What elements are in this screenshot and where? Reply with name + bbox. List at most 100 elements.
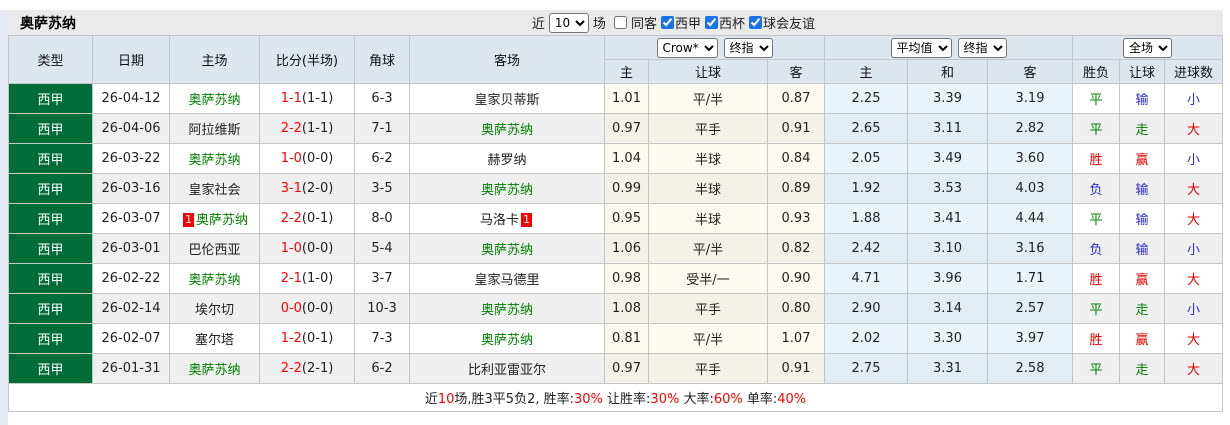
matches-table: 类型 日期 主场 比分(半场) 角球 客场 Crow* 终指 平均值 终指 全场… (7, 35, 1224, 412)
summary-segment: 大率: (679, 392, 714, 407)
handicap-away-odds-cell: 0.80 (767, 293, 825, 324)
goals-result-cell: 小 (1163, 143, 1224, 174)
result-cell: 胜 (1072, 143, 1120, 174)
handicap-result-value: 输 (1135, 93, 1149, 108)
summary-segment: 10 (437, 392, 455, 407)
goals-result-cell: 小 (1163, 83, 1224, 114)
fulltime-score: 2-2 (280, 361, 302, 376)
scope-select[interactable]: 全场 (1123, 37, 1173, 58)
title-bar: 奥萨苏纳 近 10 场 同客 西甲 西杯 球会友谊 (8, 10, 1223, 35)
match-count-select[interactable]: 10 (548, 12, 589, 33)
goals-value: 大 (1187, 213, 1201, 228)
away-team-name: 皇家马德里 (474, 273, 540, 288)
score-cell: 1-0(0-0) (259, 143, 355, 174)
away-team-cell: 奥萨苏纳 (409, 173, 605, 204)
filter-label-1[interactable]: 西甲 (657, 13, 701, 32)
score-cell: 2-2(1-1) (259, 113, 355, 144)
filter-checkbox-3[interactable] (748, 15, 762, 29)
odds-draw-cell: 3.96 (907, 263, 988, 294)
handicap-result-value: 走 (1135, 303, 1149, 318)
home-team-cell: 奥萨苏纳 (169, 353, 260, 384)
filter-label-2[interactable]: 西杯 (701, 13, 745, 32)
odds-home-cell: 4.71 (824, 263, 908, 294)
corner-cell: 5-4 (354, 233, 410, 264)
page: 奥萨苏纳 近 10 场 同客 西甲 西杯 球会友谊 类型 日期 主场 比分(半场… (0, 0, 1230, 425)
handicap-result-cell: 输 (1119, 173, 1165, 204)
odds-home-cell: 1.92 (824, 173, 908, 204)
odds-draw-cell: 3.14 (907, 293, 988, 324)
col-header-handicap-home: 主 (604, 59, 649, 84)
handicap-away-odds-cell: 0.93 (767, 203, 825, 234)
home-team-cell: 皇家社会 (169, 173, 260, 204)
recent-label: 近 (531, 17, 545, 32)
result-value: 平 (1089, 123, 1103, 138)
filter-label-3[interactable]: 球会友谊 (745, 13, 815, 32)
header-group-row: 类型 日期 主场 比分(半场) 角球 客场 Crow* 终指 平均值 终指 全场 (8, 35, 1224, 84)
odds-home-cell: 2.42 (824, 233, 908, 264)
halftime-score: (0-0) (301, 301, 334, 316)
corner-cell: 6-2 (354, 143, 410, 174)
fulltime-score: 1-1 (280, 91, 302, 106)
col-header-result: 胜负 (1072, 59, 1120, 84)
odds-away-cell: 3.19 (987, 83, 1073, 114)
odds-draw-cell: 3.11 (907, 113, 988, 144)
table-row: 西甲 26-01-31 奥萨苏纳 2-2(2-1) 6-2 比利亚雷亚尔 0.9… (8, 353, 1224, 384)
halftime-score: (2-0) (301, 181, 334, 196)
halftime-score: (0-0) (301, 241, 334, 256)
odds-home-cell: 2.02 (824, 323, 908, 354)
page-title: 奥萨苏纳 (20, 15, 76, 32)
halftime-score: (1-1) (301, 91, 334, 106)
corner-cell: 8-0 (354, 203, 410, 234)
halftime-score: (0-1) (301, 211, 334, 226)
handicap-away-odds-cell: 0.90 (767, 263, 825, 294)
table-row: 西甲 26-04-12 奥萨苏纳 1-1(1-1) 6-3 皇家贝蒂斯 1.01… (8, 83, 1224, 114)
handicap-result-cell: 走 (1119, 113, 1165, 144)
odds-home-cell: 2.75 (824, 353, 908, 384)
away-team-cell: 奥萨苏纳 (409, 293, 605, 324)
handicap-result-cell: 赢 (1119, 323, 1165, 354)
odds-draw-cell: 3.41 (907, 203, 988, 234)
summary-segment: 30% (650, 392, 680, 407)
odds-source-select[interactable]: 平均值 (890, 37, 952, 58)
handicap-result-cell: 走 (1119, 353, 1165, 384)
filter-checkbox-1[interactable] (660, 15, 674, 29)
summary-segment: 60% (713, 392, 743, 407)
away-team-name: 马洛卡 (479, 213, 519, 228)
europe-time-select[interactable]: 终指 (957, 37, 1007, 58)
odds-away-cell: 1.71 (987, 263, 1073, 294)
handicap-home-odds-cell: 1.06 (604, 233, 649, 264)
result-cell: 平 (1072, 113, 1120, 144)
odds-away-cell: 2.57 (987, 293, 1073, 324)
halftime-score: (1-0) (301, 271, 334, 286)
home-team-name: 奥萨苏纳 (188, 363, 241, 378)
goals-value: 小 (1187, 303, 1201, 318)
away-team-name: 奥萨苏纳 (480, 123, 533, 138)
date-cell: 26-03-07 (92, 203, 170, 234)
league-cell: 西甲 (8, 293, 93, 324)
handicap-time-select[interactable]: 终指 (723, 37, 773, 58)
odds-away-cell: 3.16 (987, 233, 1073, 264)
handicap-group-header: Crow* 终指 (604, 35, 825, 60)
result-value: 平 (1089, 213, 1103, 228)
bookmaker-select[interactable]: Crow* (656, 37, 718, 58)
handicap-result-value: 输 (1135, 183, 1149, 198)
score-cell: 2-1(1-0) (259, 263, 355, 294)
corner-cell: 7-1 (354, 113, 410, 144)
filter-checkbox-0[interactable] (613, 15, 627, 29)
halftime-score: (0-1) (301, 331, 334, 346)
filter-checkbox-2[interactable] (704, 15, 718, 29)
goals-result-cell: 大 (1163, 113, 1224, 144)
away-team-name: 奥萨苏纳 (480, 183, 533, 198)
summary-segment: 近 (424, 392, 438, 407)
handicap-away-odds-cell: 0.87 (767, 83, 825, 114)
table-row: 西甲 26-02-07 塞尔塔 1-2(0-1) 7-3 奥萨苏纳 0.81 平… (8, 323, 1224, 354)
home-team-cell: 1 奥萨苏纳 (169, 203, 260, 234)
europe-odds-group-header: 平均值 终指 (824, 35, 1073, 60)
away-team-name: 比利亚雷亚尔 (467, 363, 546, 378)
handicap-result-value: 赢 (1135, 273, 1149, 288)
date-cell: 26-04-12 (92, 83, 170, 114)
filter-label-0[interactable]: 同客 (610, 13, 657, 32)
handicap-result-value: 赢 (1135, 333, 1149, 348)
away-team-cell: 奥萨苏纳 (409, 233, 605, 264)
table-row: 西甲 26-02-14 埃尔切 0-0(0-0) 10-3 奥萨苏纳 1.08 … (8, 293, 1224, 324)
